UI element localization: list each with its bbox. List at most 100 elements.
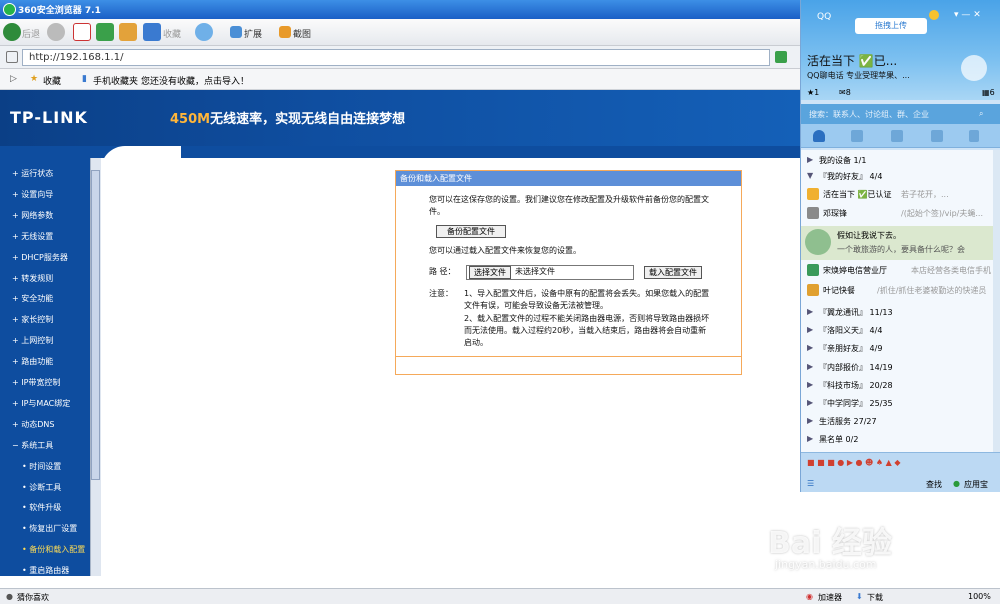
qq-search-bar[interactable]: 搜索：联系人、讨论组、群、企业 ⌕: [801, 104, 1000, 124]
nav-subitem-label[interactable]: 重启路由器: [29, 566, 69, 575]
nav-item-label[interactable]: 路由功能: [21, 357, 53, 366]
contact-group[interactable]: ▶ 我的设备 1/1: [801, 152, 993, 168]
qq-signature[interactable]: QQ聊电话 专业受理苹果、...: [807, 70, 910, 81]
nav-item[interactable]: + 网络参数: [12, 210, 53, 221]
appstore-icon[interactable]: ●: [953, 479, 960, 488]
qq-mail[interactable]: ✉8: [839, 88, 851, 97]
nav-item-label[interactable]: 网络参数: [21, 211, 53, 220]
url-text[interactable]: http://192.168.1.1/: [29, 52, 123, 63]
accelerator-label[interactable]: 加速器: [818, 592, 842, 603]
contact-group[interactable]: ▶ 『翼龙通讯』 11/13: [801, 304, 993, 320]
nav-item-label[interactable]: 上网控制: [21, 336, 53, 345]
contact-group[interactable]: ▶ 『洛阳义天』 4/4: [801, 322, 993, 338]
choose-file-button[interactable]: 选择文件: [469, 266, 511, 279]
nav-item[interactable]: + 安全功能: [12, 293, 53, 304]
nav-item[interactable]: + IP带宽控制: [12, 377, 60, 388]
nav-subitem-label[interactable]: 备份和载入配置: [29, 545, 85, 554]
nav-item-label[interactable]: 运行状态: [21, 169, 53, 178]
backup-config-button[interactable]: 备份配置文件: [436, 225, 506, 238]
contact-group[interactable]: ▶ 生活服务 27/27: [801, 413, 993, 429]
download-label[interactable]: 下载: [867, 592, 883, 603]
nav-subitem[interactable]: • 备份和载入配置: [22, 544, 85, 555]
stop-icon[interactable]: [73, 23, 91, 41]
mobile-favorites-link[interactable]: 手机收藏夹: [93, 74, 138, 87]
extensions-icon[interactable]: [230, 26, 242, 38]
contact-group[interactable]: ▶ 黑名单 0/2: [801, 431, 993, 447]
screenshot-label[interactable]: 截图: [293, 27, 311, 40]
nav-subitem[interactable]: • 重启路由器: [22, 565, 69, 576]
tab-chats[interactable]: [891, 130, 903, 142]
nav-item[interactable]: + 无线设置: [12, 231, 53, 242]
nav-item[interactable]: + 家长控制: [12, 314, 53, 325]
nav-item-label[interactable]: 无线设置: [21, 232, 53, 241]
cloud-icon[interactable]: [195, 23, 213, 41]
tab-groups[interactable]: [851, 130, 863, 142]
drag-upload-button[interactable]: 拖拽上传: [855, 18, 927, 34]
nav-subitem-label[interactable]: 软件升级: [29, 503, 61, 512]
service-row[interactable]: 宋焕婷电信营业厅 本店经营各类电信手机: [801, 262, 993, 280]
qq-apps[interactable]: ▦6: [982, 88, 995, 97]
main-menu-icon[interactable]: ☰: [807, 479, 814, 488]
nav-item-label[interactable]: 安全功能: [21, 294, 53, 303]
nav-item-label[interactable]: 设置向导: [21, 190, 53, 199]
guess-you-like[interactable]: 猜你喜欢: [17, 592, 49, 603]
nav-subitem[interactable]: • 软件升级: [22, 502, 61, 513]
nav-item[interactable]: + DHCP服务器: [12, 252, 68, 263]
tab-phone[interactable]: [969, 130, 979, 142]
forward-icon[interactable]: [47, 23, 65, 41]
contact-group[interactable]: ▶ 『内部报价』 14/19: [801, 359, 993, 375]
avatar[interactable]: [961, 55, 987, 81]
drag-upload-label[interactable]: 拖拽上传: [875, 21, 907, 30]
security-icon[interactable]: [929, 10, 939, 20]
nav-item-label[interactable]: 动态DNS: [21, 420, 54, 429]
contact-group[interactable]: ▶ 『亲朋好友』 4/9: [801, 340, 993, 356]
nav-subitem[interactable]: • 诊断工具: [22, 482, 61, 493]
url-input[interactable]: http://192.168.1.1/: [22, 49, 770, 66]
qq-search-placeholder[interactable]: 搜索：联系人、讨论组、群、企业: [809, 109, 929, 120]
qq-star-count[interactable]: ★1: [807, 88, 819, 97]
download-icon[interactable]: ⬇: [856, 592, 863, 601]
friend-row[interactable]: 邓琛锋 /(起始个签)/vip/夫蝇...: [801, 205, 993, 223]
home-icon[interactable]: [119, 23, 137, 41]
file-input[interactable]: 选择文件 未选择文件: [466, 265, 634, 280]
nav-item-label[interactable]: 家长控制: [21, 315, 53, 324]
back-label[interactable]: 后退: [22, 27, 40, 40]
nav-subitem-label[interactable]: 诊断工具: [29, 483, 61, 492]
tab-contacts[interactable]: [813, 130, 825, 142]
undo-icon[interactable]: [143, 23, 161, 41]
nav-item[interactable]: + IP与MAC绑定: [12, 398, 70, 409]
qq-scrollbar[interactable]: [993, 150, 1000, 452]
nav-subitem[interactable]: • 时间设置: [22, 461, 61, 472]
accelerator-icon[interactable]: ◉: [806, 592, 813, 601]
page-info-icon[interactable]: [6, 51, 18, 63]
nav-item[interactable]: + 设置向导: [12, 189, 53, 200]
featured-card[interactable]: 假如让我说下去。 一个敢旅游的人，要具备什么呢？会: [801, 226, 993, 260]
nav-item[interactable]: + 转发规则: [12, 273, 53, 284]
nav-subitem-label[interactable]: 恢复出厂设置: [29, 524, 77, 533]
nav-item-label[interactable]: 系统工具: [21, 441, 53, 450]
nav-item-label[interactable]: DHCP服务器: [21, 253, 68, 262]
nav-item-label[interactable]: IP带宽控制: [21, 378, 60, 387]
nav-subitem-label[interactable]: 时间设置: [29, 462, 61, 471]
nav-scrollbar-thumb[interactable]: [91, 170, 100, 480]
back-icon[interactable]: [3, 23, 21, 41]
nav-item[interactable]: + 动态DNS: [12, 419, 54, 430]
nav-item-label[interactable]: IP与MAC绑定: [21, 399, 70, 408]
nav-item[interactable]: + 上网控制: [12, 335, 53, 346]
zoom-level[interactable]: 100%: [968, 592, 991, 601]
window-controls[interactable]: ▾ — ✕: [954, 10, 994, 20]
screenshot-icon[interactable]: [279, 26, 291, 38]
find-button[interactable]: 查找: [926, 479, 942, 490]
contact-group[interactable]: ▼ 『我的好友』 4/4: [801, 168, 993, 184]
go-icon[interactable]: [775, 51, 787, 63]
import-hint-link[interactable]: 您还没有收藏，点击导入！: [141, 74, 249, 87]
app-icons-row[interactable]: ■ ■ ■ ● ▶ ● ☻ ♠ ▲ ◆: [807, 458, 901, 467]
qq-nickname[interactable]: 活在当下 ✅已...: [807, 52, 897, 69]
appstore-button[interactable]: 应用宝: [964, 479, 988, 490]
favorites-menu[interactable]: 收藏: [43, 74, 61, 87]
load-config-button[interactable]: 载入配置文件: [644, 266, 702, 279]
service-row[interactable]: 叶记快餐/抓住/抓住老婆被勤达的快递员: [801, 282, 993, 300]
favbar-toggle-icon[interactable]: ▷: [10, 74, 17, 84]
contact-group[interactable]: ▶ 『科技市场』 20/28: [801, 377, 993, 393]
favorites-label[interactable]: 收藏: [163, 27, 181, 40]
